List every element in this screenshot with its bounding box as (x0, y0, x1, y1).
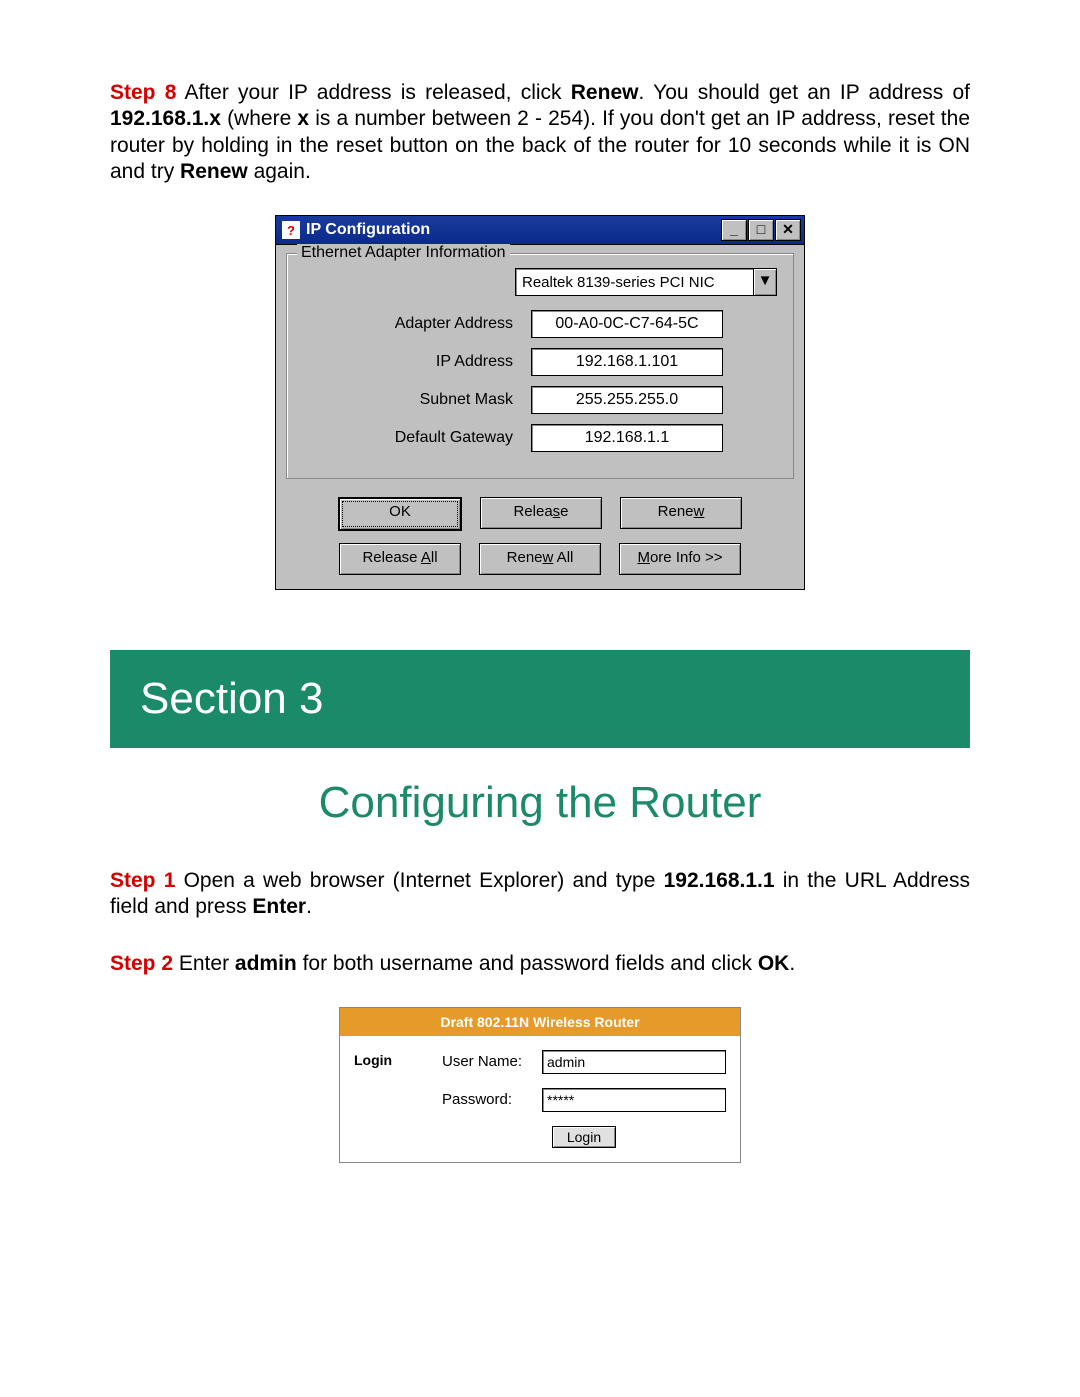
step2-paragraph: Step 2 Enter admin for both username and… (110, 951, 970, 977)
step8-label: Step 8 (110, 81, 176, 104)
username-input[interactable]: admin (542, 1050, 726, 1074)
more-info-button[interactable]: More Info >> (619, 543, 741, 575)
adapter-address-value: 00-A0-0C-C7-64-5C (531, 310, 723, 338)
password-label: Password: (442, 1091, 542, 1108)
section-title: Configuring the Router (110, 778, 970, 828)
default-gateway-label: Default Gateway (303, 429, 531, 447)
section-banner: Section 3 (110, 650, 970, 748)
renew-button[interactable]: Renew (620, 497, 742, 529)
ip-config-window: ? IP Configuration _ □ ✕ Ethernet Adapte… (275, 215, 805, 590)
ok-button[interactable]: OK (338, 497, 462, 531)
step1-label: Step 1 (110, 869, 175, 892)
ip-config-titlebar: ? IP Configuration _ □ ✕ (275, 215, 805, 244)
ip-address-value: 192.168.1.101 (531, 348, 723, 376)
release-button[interactable]: Release (480, 497, 602, 529)
maximize-button[interactable]: □ (748, 219, 774, 241)
adapter-address-label: Adapter Address (303, 315, 531, 333)
default-gateway-value: 192.168.1.1 (531, 424, 723, 452)
login-button[interactable]: Login (552, 1126, 616, 1148)
minimize-button[interactable]: _ (721, 219, 747, 241)
step1-paragraph: Step 1 Open a web browser (Internet Expl… (110, 868, 970, 921)
step2-label: Step 2 (110, 952, 173, 975)
subnet-mask-value: 255.255.255.0 (531, 386, 723, 414)
adapter-info-fieldset: Ethernet Adapter Information Realtek 813… (286, 253, 794, 479)
renew-all-button[interactable]: Renew All (479, 543, 601, 575)
login-dialog: Draft 802.11N Wireless Router Login User… (339, 1007, 741, 1163)
adapter-dropdown[interactable]: Realtek 8139-series PCI NIC ▼ (515, 268, 777, 296)
password-input[interactable]: ***** (542, 1088, 726, 1112)
fieldset-legend: Ethernet Adapter Information (297, 244, 510, 262)
chevron-down-icon: ▼ (753, 269, 776, 295)
login-side-label: Login (340, 1050, 442, 1148)
window-title: IP Configuration (306, 221, 430, 239)
username-label: User Name: (442, 1053, 542, 1070)
step8-paragraph: Step 8 After your IP address is released… (110, 80, 970, 185)
close-button[interactable]: ✕ (775, 219, 801, 241)
subnet-mask-label: Subnet Mask (303, 391, 531, 409)
login-header: Draft 802.11N Wireless Router (340, 1008, 740, 1036)
ip-address-label: IP Address (303, 353, 531, 371)
release-all-button[interactable]: Release All (339, 543, 461, 575)
app-icon: ? (282, 221, 300, 239)
adapter-dropdown-value: Realtek 8139-series PCI NIC (516, 274, 753, 291)
